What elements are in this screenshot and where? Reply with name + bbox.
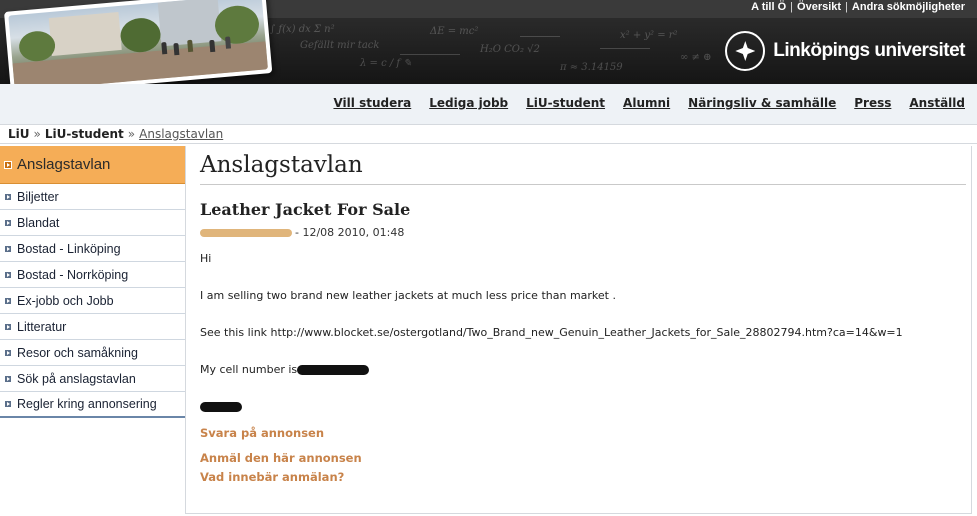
sidebar-item-label: Blandat — [17, 215, 60, 230]
post-phone-line: My cell number is — [200, 363, 370, 376]
arrow-bullet-icon — [4, 322, 12, 331]
sidebar-item-sok-pa-anslagstavlan[interactable]: Sök på anslagstavlan — [0, 366, 185, 392]
sidebar-item-label: Bostad - Linköping — [17, 241, 121, 256]
sidebar-item-regler-kring-annonsering[interactable]: Regler kring annonsering — [0, 392, 185, 418]
title-divider — [200, 184, 966, 185]
breadcrumb-separator: » — [127, 127, 136, 141]
university-logo[interactable]: Linköpings universitet — [725, 28, 965, 74]
top-link-separator: | — [845, 1, 848, 13]
post-body-link-text: See this link http://www.blocket.se/oste… — [200, 326, 903, 339]
chalkboard-scribble: π ≈ 3.14159 — [560, 62, 623, 73]
sidebar-item-label: Ex-jobb och Jobb — [17, 293, 114, 308]
photo-person — [209, 39, 216, 53]
top-link-a-till-o[interactable]: A till Ö — [751, 1, 786, 13]
arrow-bullet-icon — [4, 348, 12, 357]
post-phone-label: My cell number is — [200, 363, 298, 376]
sidebar-item-label: Litteratur — [17, 319, 67, 334]
reply-to-ad-link[interactable]: Svara på annonsen — [200, 426, 324, 440]
arrow-bullet-icon — [4, 244, 12, 253]
nav-liu-student[interactable]: LiU-student — [526, 96, 605, 110]
university-logo-text: Linköpings universitet — [773, 40, 965, 61]
post-signature-line — [200, 400, 242, 413]
photo-tree — [119, 16, 162, 54]
nav-lediga-jobb[interactable]: Lediga jobb — [429, 96, 508, 110]
nav-alumni[interactable]: Alumni — [623, 96, 670, 110]
sidebar-item-resor-och-samakning[interactable]: Resor och samåkning — [0, 340, 185, 366]
redacted-signature — [200, 402, 242, 412]
photo-person — [187, 39, 194, 53]
chalkboard-scribble: ∞ ≠ ⊕ — [680, 52, 712, 63]
redacted-author — [200, 229, 292, 237]
sidebar-item-label: Sök på anslagstavlan — [17, 371, 136, 386]
nav-press[interactable]: Press — [854, 96, 891, 110]
main-nav-links: Vill studera Lediga jobb LiU-student Alu… — [333, 96, 965, 110]
redacted-phone — [297, 365, 370, 375]
chalkboard-scribble: x² + y² = r² — [620, 30, 678, 41]
photo-building — [48, 12, 122, 56]
sidebar-item-label: Regler kring annonsering — [17, 397, 157, 411]
breadcrumb: LiU» LiU-student» Anslagstavlan — [0, 124, 977, 144]
chalkboard-scribble: ∫ ƒ(x) dx Σ n² — [270, 24, 335, 35]
arrow-bullet-icon — [4, 218, 12, 227]
top-links: A till Ö | Översikt | Andra sökmöjligheter — [751, 1, 965, 13]
sidebar-heading-label: Anslagstavlan — [17, 156, 111, 173]
breadcrumb-separator: » — [33, 127, 41, 141]
page-title: Anslagstavlan — [200, 152, 363, 178]
sidebar-item-ex-jobb-och-jobb[interactable]: Ex-jobb och Jobb — [0, 288, 185, 314]
arrow-bullet-icon — [4, 374, 12, 383]
top-link-separator: | — [790, 1, 794, 13]
sidebar-item-label: Resor och samåkning — [17, 345, 138, 360]
arrow-bullet-icon — [4, 270, 12, 279]
sidebar: Anslagstavlan Biljetter Blandat Bostad -… — [0, 146, 185, 418]
breadcrumb-liu[interactable]: LiU — [8, 127, 30, 141]
breadcrumb-liu-student[interactable]: LiU-student — [45, 127, 124, 141]
photo-person — [161, 41, 168, 55]
chalkboard-scribble: ΔE = mc² — [430, 26, 479, 37]
post-greeting: Hi — [200, 252, 212, 265]
photo-person — [225, 36, 232, 49]
main-navigation: Vill studera Lediga jobb LiU-student Alu… — [0, 84, 977, 124]
top-link-oversikt[interactable]: Översikt — [797, 1, 841, 13]
sidebar-item-blandat[interactable]: Blandat — [0, 210, 185, 236]
sidebar-item-label: Biljetter — [17, 189, 59, 204]
chalkboard-scribble: Gefällt mir tack — [300, 40, 380, 51]
report-ad-link[interactable]: Anmäl den här annonsen — [200, 451, 362, 465]
chalkboard-stroke — [600, 48, 650, 49]
sidebar-item-litteratur[interactable]: Litteratur — [0, 314, 185, 340]
university-seal-icon — [725, 31, 766, 71]
nav-anstalld[interactable]: Anställd — [909, 96, 965, 110]
post-date: - 12/08 2010, 01:48 — [295, 226, 405, 239]
nav-vill-studera[interactable]: Vill studera — [333, 96, 411, 110]
main-content: Anslagstavlan Leather Jacket For Sale - … — [185, 146, 972, 514]
sidebar-item-bostad-norrkoping[interactable]: Bostad - Norrköping — [0, 262, 185, 288]
post-title: Leather Jacket For Sale — [200, 200, 411, 219]
breadcrumb-current[interactable]: Anslagstavlan — [139, 127, 223, 141]
chalkboard-scribble: λ = c / f ✎ — [360, 58, 412, 69]
post-meta: - 12/08 2010, 01:48 — [200, 226, 404, 239]
chalkboard-scribble: H₂O CO₂ √2 — [480, 44, 540, 55]
sidebar-heading[interactable]: Anslagstavlan — [0, 146, 185, 184]
arrow-bullet-icon — [4, 296, 12, 305]
top-link-andra-sokmojligheter[interactable]: Andra sökmöjligheter — [852, 1, 965, 13]
arrow-bullet-icon — [4, 160, 12, 169]
chalkboard-stroke — [400, 54, 460, 55]
sidebar-item-label: Bostad - Norrköping — [17, 267, 129, 282]
photo-person — [173, 42, 180, 56]
report-info-link[interactable]: Vad innebär anmälan? — [200, 470, 344, 484]
nav-naringsliv-samhalle[interactable]: Näringsliv & samhälle — [688, 96, 836, 110]
chalkboard-stroke — [520, 36, 560, 37]
arrow-bullet-icon — [4, 400, 12, 408]
sidebar-item-bostad-linkoping[interactable]: Bostad - Linköping — [0, 236, 185, 262]
arrow-bullet-icon — [4, 192, 12, 201]
sidebar-item-biljetter[interactable]: Biljetter — [0, 184, 185, 210]
post-body-text: I am selling two brand new leather jacke… — [200, 289, 616, 302]
